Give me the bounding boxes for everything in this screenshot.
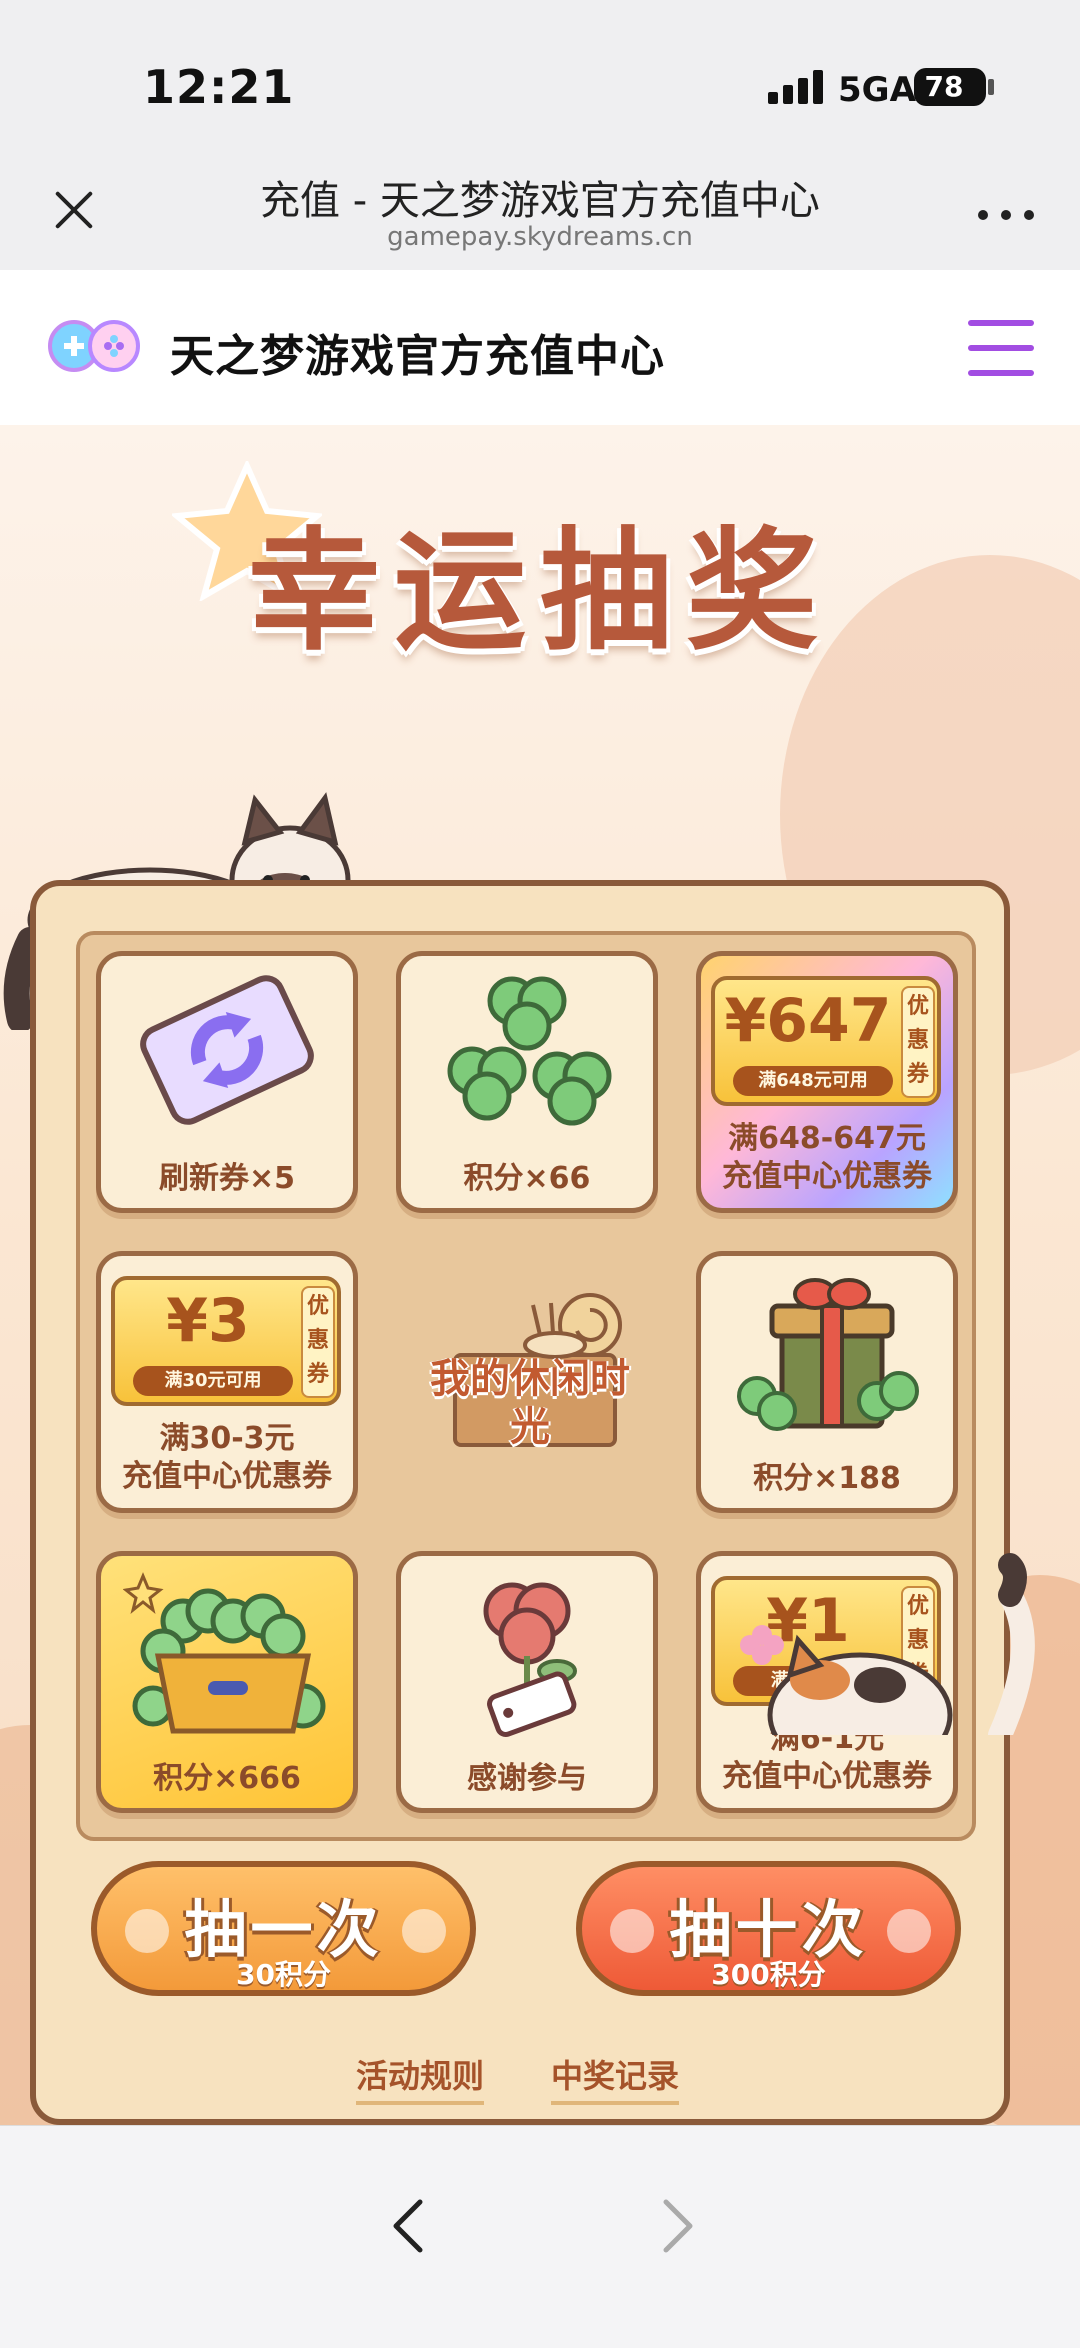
lottery-title: 幸运抽奖 [248, 515, 832, 669]
refresh-ticket-icon [140, 975, 314, 1125]
prize-cell-points-66: 积分×66 [396, 951, 658, 1213]
signal-icon [768, 70, 824, 104]
prize-label-line2: 充值中心优惠券 [122, 1459, 332, 1494]
records-link[interactable]: 中奖记录 [551, 2051, 680, 2105]
browser-page-title: 充值 - 天之梦游戏官方充值中心 [260, 178, 820, 224]
prize-label: 积分×188 [753, 1461, 901, 1496]
site-header: 天之梦游戏官方充值中心 [0, 270, 1080, 425]
status-bar: 12:21 5GA 78 [0, 0, 1080, 150]
lottery-board: 刷新券×5 积分×66 ¥647 满648元可用 优惠券 满648-647元 充… [30, 880, 1010, 2125]
center-logo-text: 我的休闲时光 [430, 1356, 630, 1450]
clover-pot-icon [123, 1572, 326, 1734]
coupon-tag: 优惠券 [301, 1286, 335, 1398]
prize-label: 积分×666 [153, 1761, 301, 1796]
battery-cap [988, 79, 994, 95]
prize-cell-points-188: 积分×188 [696, 1251, 958, 1513]
coupon-amount: ¥647 [724, 986, 892, 1056]
lottery-page: 幸运抽奖 刷新券×5 积分×66 ¥647 满648元可用 优惠券 满648-6… [0, 425, 1080, 2125]
chevron-right-icon[interactable] [658, 2196, 698, 2256]
battery-level: 78 [924, 70, 964, 103]
draw-once-cost: 30积分 [236, 1958, 331, 1991]
prize-label: 刷新券×5 [158, 1161, 295, 1196]
browser-header: 充值 - 天之梦游戏官方充值中心 gamepay.skydreams.cn [0, 150, 1080, 270]
hamburger-menu-icon[interactable] [968, 320, 1034, 376]
prize-cell-refresh-ticket: 刷新券×5 [96, 951, 358, 1213]
coupon-amount: ¥3 [166, 1286, 250, 1356]
prize-label-line1: 满648-647元 [728, 1121, 926, 1156]
coupon-condition: 满648元可用 [733, 1066, 893, 1096]
prize-cell-points-666: 积分×666 [96, 1551, 358, 1813]
prize-label: 积分×66 [463, 1161, 591, 1196]
coupon-card: ¥647 满648元可用 优惠券 [711, 976, 941, 1106]
prize-label-line1: 满30-3元 [159, 1421, 295, 1456]
more-icon[interactable] [978, 208, 1034, 224]
prize-cell-coupon-3: ¥3 满30元可用 优惠券 满30-3元 充值中心优惠券 [96, 1251, 358, 1513]
rules-link[interactable]: 活动规则 [356, 2051, 485, 2105]
network-label: 5GA [838, 70, 916, 110]
coupon-card: ¥3 满30元可用 优惠券 [111, 1276, 341, 1406]
draw-ten-cost: 300积分 [711, 1958, 826, 1991]
close-icon[interactable] [50, 185, 100, 235]
draw-ten-button[interactable]: 抽十次 300积分 [576, 1861, 961, 1996]
calico-cat-icon [740, 1553, 1035, 1735]
coupon-condition: 满30元可用 [133, 1366, 293, 1396]
prize-cell-coupon-647: ¥647 满648元可用 优惠券 满648-647元 充值中心优惠券 [696, 951, 958, 1213]
prize-label-line2: 充值中心优惠券 [722, 1759, 932, 1794]
site-name[interactable]: 天之梦游戏官方充值中心 [170, 320, 665, 384]
coupon-tag: 优惠券 [901, 986, 935, 1098]
clover-icon [447, 976, 612, 1126]
status-time: 12:21 [143, 60, 295, 114]
bottom-nav [0, 2125, 1080, 2348]
chevron-left-icon[interactable] [388, 2196, 428, 2256]
center-logo[interactable]: 我的休闲时光 [415, 1265, 645, 1495]
battery-icon: 78 [914, 68, 986, 106]
draw-once-button[interactable]: 抽一次 30积分 [91, 1861, 476, 1996]
prize-label: 感谢参与 [467, 1761, 587, 1796]
prize-label-line2: 充值中心优惠券 [722, 1159, 932, 1194]
prize-cell-thanks: 感谢参与 [396, 1551, 658, 1813]
gamepad-logo-icon[interactable] [44, 316, 144, 376]
browser-url: gamepay.skydreams.cn [387, 222, 693, 252]
flower-tag-icon [483, 1582, 577, 1738]
gift-box-icon [737, 1278, 919, 1431]
